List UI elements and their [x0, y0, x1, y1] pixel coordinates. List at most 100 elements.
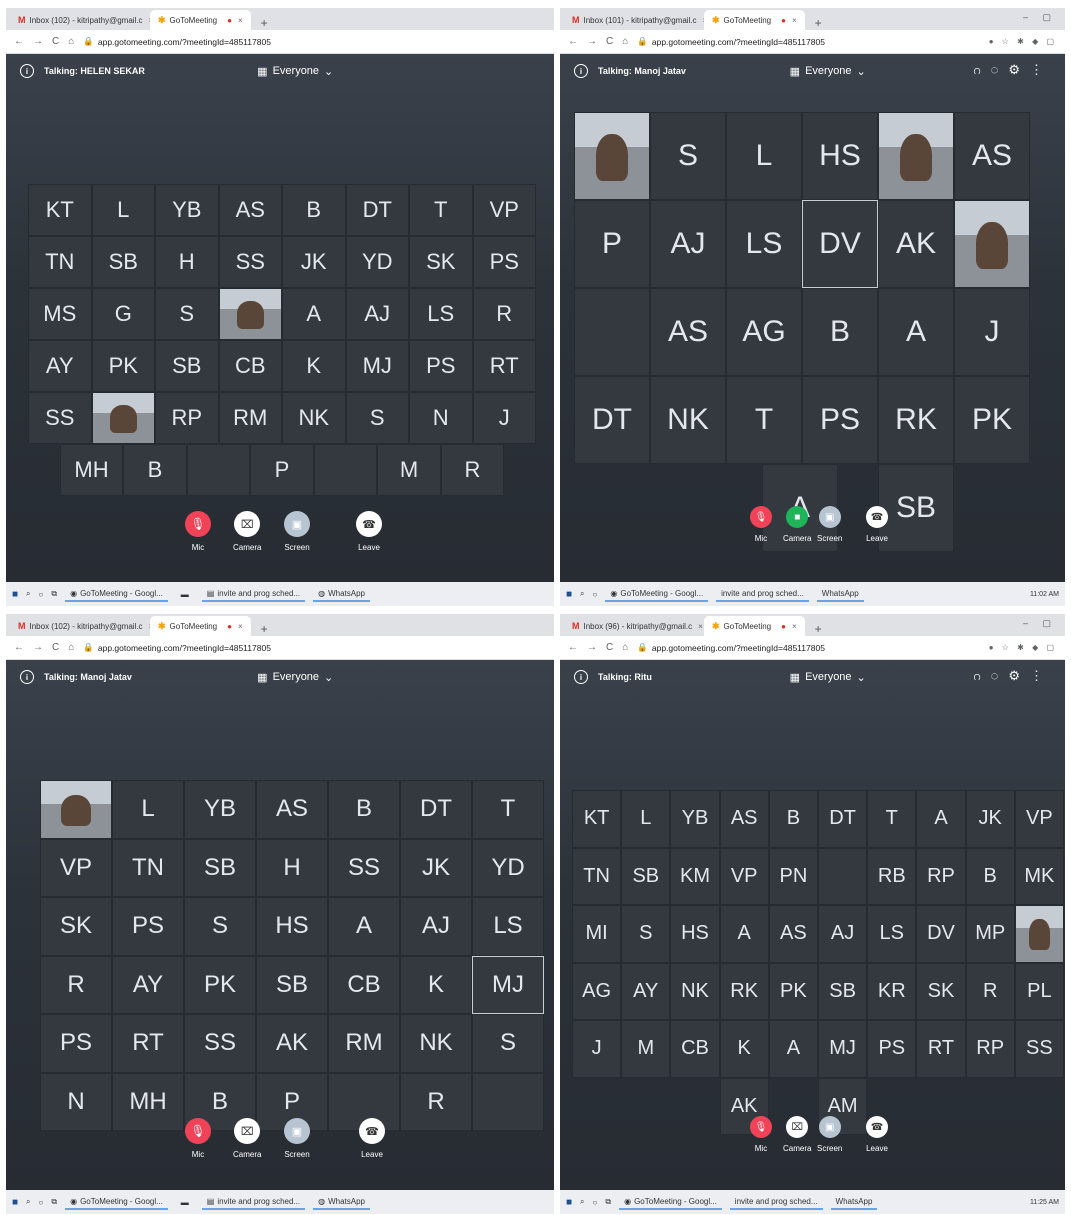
attendee-tile[interactable]: AK: [878, 200, 954, 288]
attendee-tile[interactable]: J: [954, 288, 1030, 376]
attendee-tile[interactable]: M: [377, 444, 441, 496]
attendee-tile[interactable]: R: [40, 955, 112, 1014]
attendee-tile[interactable]: AS: [719, 790, 769, 848]
attendee-tile[interactable]: MS: [28, 288, 92, 340]
attendee-tile[interactable]: L: [91, 184, 155, 236]
mic-control[interactable]: 🎙 Mic: [750, 1116, 772, 1153]
search-icon[interactable]: ⌕: [26, 589, 30, 599]
close-tab-icon[interactable]: ×: [698, 622, 703, 631]
attendee-tile[interactable]: RM: [218, 392, 282, 444]
attendee-tile[interactable]: B: [965, 847, 1015, 905]
attendee-tile[interactable]: NK: [670, 962, 720, 1020]
reload-icon[interactable]: C: [52, 642, 59, 653]
window-controls[interactable]: – ▢: [1023, 618, 1057, 629]
tab-gotomeeting[interactable]: ✱ GoToMeeting ● ×: [150, 616, 251, 636]
screen-control[interactable]: ▣ Screen: [284, 1118, 310, 1159]
attendee-tile[interactable]: JK: [400, 838, 472, 897]
attendee-tile[interactable]: DV: [802, 200, 878, 288]
taskbar-app-pdf[interactable]: invite and prog sched...: [729, 1195, 823, 1210]
tab-gotomeeting[interactable]: ✱ GoToMeeting ● ×: [704, 616, 805, 636]
attendee-tile[interactable]: VP: [719, 847, 769, 905]
forward-icon[interactable]: →: [33, 642, 43, 653]
attendee-tile[interactable]: SS: [328, 838, 400, 897]
screen-share-icon[interactable]: ▣: [284, 1118, 310, 1144]
hang-up-icon[interactable]: ☎: [356, 511, 382, 537]
url-field[interactable]: 🔒 app.gotomeeting.com/?meetingId=48511780…: [83, 36, 271, 47]
attendee-tile[interactable]: SB: [91, 236, 155, 288]
attendee-tile[interactable]: L: [112, 780, 184, 839]
hang-up-icon[interactable]: ☎: [866, 506, 888, 528]
attendee-tile[interactable]: RB: [867, 847, 917, 905]
reload-icon[interactable]: C: [606, 36, 613, 47]
attendee-tile[interactable]: S: [184, 897, 256, 956]
search-icon[interactable]: ⌕: [580, 589, 584, 599]
extensions-icons[interactable]: ● ☆ ✱ ◆ ▢: [989, 643, 1057, 652]
attendee-tile[interactable]: AY: [621, 962, 671, 1020]
forward-icon[interactable]: →: [587, 642, 597, 653]
attendee-tile[interactable]: LS: [867, 905, 917, 963]
attendee-tile[interactable]: MK: [1014, 847, 1064, 905]
camera-control[interactable]: ⌧ Camera: [233, 1118, 261, 1159]
attendee-tile[interactable]: VP: [1014, 790, 1064, 848]
attendee-tile[interactable]: NK: [650, 376, 726, 464]
attendee-tile[interactable]: P: [574, 200, 650, 288]
mic-control[interactable]: 🎙 Mic: [185, 1118, 211, 1159]
url-field[interactable]: 🔒 app.gotomeeting.com/?meetingId=48511780…: [83, 642, 271, 653]
attendee-tile[interactable]: MI: [572, 905, 622, 963]
attendee-tile[interactable]: PS: [867, 1020, 917, 1078]
mic-muted-icon[interactable]: 🎙: [185, 511, 211, 537]
attendee-tile[interactable]: PS: [802, 376, 878, 464]
attendee-tile[interactable]: AS: [218, 184, 282, 236]
attendee-tile[interactable]: [574, 288, 650, 376]
settings-icon[interactable]: ⚙: [1008, 668, 1030, 683]
attendee-tile[interactable]: RM: [328, 1014, 400, 1073]
attendee-tile[interactable]: H: [155, 236, 219, 288]
attendee-tile[interactable]: AY: [112, 955, 184, 1014]
audience-selector[interactable]: ▦ Everyone ⌄: [257, 671, 333, 684]
close-tab-icon[interactable]: ×: [238, 16, 243, 25]
url-field[interactable]: 🔒 app.gotomeeting.com/?meetingId=48511780…: [637, 36, 825, 47]
attendee-tile[interactable]: AJ: [400, 897, 472, 956]
attendee-tile[interactable]: CB: [670, 1020, 720, 1078]
attendee-tile[interactable]: K: [719, 1020, 769, 1078]
attendee-tile[interactable]: CB: [328, 955, 400, 1014]
screen-share-icon[interactable]: ▣: [818, 506, 841, 528]
new-tab-icon[interactable]: +: [261, 16, 268, 30]
new-tab-icon[interactable]: +: [815, 622, 822, 636]
attendee-tile[interactable]: T: [867, 790, 917, 848]
attendee-tile[interactable]: TN: [112, 838, 184, 897]
cortana-icon[interactable]: ○: [593, 590, 598, 599]
meeting-toolbar-icons[interactable]: ဂ◌⚙⋮: [973, 668, 1053, 687]
camera-on-icon[interactable]: ■: [786, 506, 809, 528]
attendee-tile[interactable]: PK: [91, 340, 155, 392]
attendees-icon[interactable]: ဂ: [973, 668, 990, 683]
attendee-tile[interactable]: JK: [965, 790, 1015, 848]
attendee-tile[interactable]: VP: [40, 838, 112, 897]
window-controls[interactable]: – ▢: [1023, 12, 1057, 23]
mic-control[interactable]: 🎙 Mic: [750, 506, 772, 543]
taskbar-app-whatsapp[interactable]: ◍ WhatsApp: [313, 1195, 370, 1210]
attendees-icon[interactable]: ဂ: [973, 62, 990, 77]
tab-gmail[interactable]: M Inbox (102) - kitripathy@gmail.c ×: [10, 616, 150, 636]
attendee-tile[interactable]: SB: [184, 838, 256, 897]
info-icon[interactable]: i: [574, 64, 588, 78]
attendee-tile[interactable]: MH: [112, 1072, 184, 1131]
attendee-tile[interactable]: MJ: [345, 340, 409, 392]
attendee-video-tile[interactable]: [218, 288, 282, 340]
hang-up-icon[interactable]: ☎: [359, 1118, 385, 1144]
attendee-tile[interactable]: YD: [345, 236, 409, 288]
attendee-tile[interactable]: B: [768, 790, 818, 848]
taskbar-app-whatsapp[interactable]: ◍ WhatsApp: [313, 587, 370, 602]
forward-icon[interactable]: →: [587, 36, 597, 47]
attendee-tile[interactable]: B: [123, 444, 187, 496]
attendee-tile[interactable]: RP: [155, 392, 219, 444]
info-icon[interactable]: i: [574, 670, 588, 684]
attendee-tile[interactable]: AS: [256, 780, 328, 839]
attendee-tile[interactable]: SK: [409, 236, 473, 288]
attendee-tile[interactable]: R: [965, 962, 1015, 1020]
attendee-tile[interactable]: RT: [112, 1014, 184, 1073]
cortana-icon[interactable]: ○: [593, 1198, 598, 1207]
reload-icon[interactable]: C: [606, 642, 613, 653]
attendee-tile[interactable]: A: [768, 1020, 818, 1078]
back-icon[interactable]: ←: [14, 36, 24, 47]
